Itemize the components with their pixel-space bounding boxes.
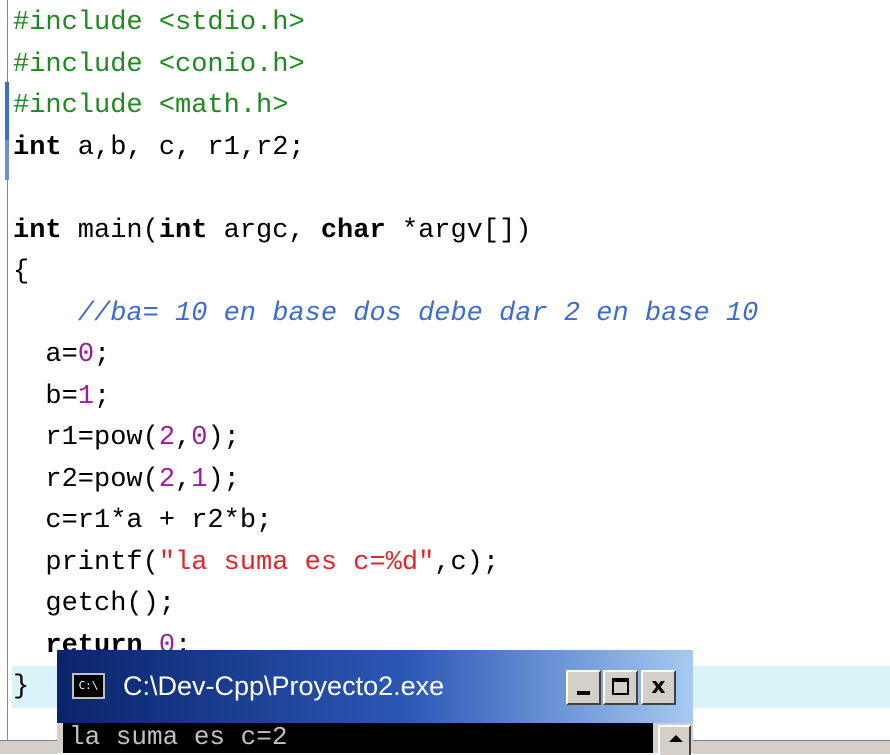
code-token: 0 <box>77 340 95 370</box>
code-line[interactable]: #include <stdio.h> <box>13 2 305 44</box>
code-token: ; <box>94 381 111 412</box>
scroll-up-button[interactable] <box>658 725 691 755</box>
code-token: int <box>13 215 62 246</box>
code-token: b= <box>13 381 78 412</box>
code-token: argc, <box>207 215 321 246</box>
console-scrollbar[interactable] <box>657 723 693 755</box>
change-marker <box>5 82 9 140</box>
code-token: main( <box>61 215 159 246</box>
code-line[interactable]: { <box>13 251 29 293</box>
code-line[interactable]: #include <math.h> <box>13 85 288 127</box>
code-token: ); <box>207 423 240 453</box>
code-line[interactable]: int main(int argc, char *argv[]) <box>13 210 532 252</box>
code-token: int <box>158 215 208 246</box>
maximize-icon <box>612 678 629 695</box>
code-token: 0 <box>191 423 208 453</box>
minimize-button[interactable] <box>566 670 601 705</box>
code-token: int <box>13 132 62 163</box>
code-token: } <box>13 672 30 702</box>
console-title-bar[interactable]: C:\ C:\Dev-Cpp\Proyecto2.exe x <box>57 650 693 723</box>
code-token: 1 <box>77 381 95 412</box>
console-window-icon[interactable]: C:\ <box>72 673 105 699</box>
code-token: 1 <box>191 464 208 495</box>
code-token: printf( <box>13 547 159 578</box>
code-token: "la suma es c=%d" <box>158 547 435 578</box>
code-token: , <box>175 423 192 453</box>
code-line[interactable]: getch(); <box>13 583 175 625</box>
console-window[interactable]: C:\ C:\Dev-Cpp\Proyecto2.exe x la suma e… <box>57 650 693 755</box>
code-token: a,b, c, r1,r2; <box>61 132 305 163</box>
code-token: *argv[]) <box>385 215 532 246</box>
code-token: { <box>13 257 30 287</box>
code-line[interactable]: a=0; <box>13 334 110 376</box>
code-token: ); <box>207 464 240 495</box>
code-line[interactable]: r1=pow(2,0); <box>13 417 240 459</box>
code-editor[interactable]: #include <stdio.h> #include <conio.h> #inc… <box>0 0 890 753</box>
scroll-up-arrow-icon <box>669 735 683 742</box>
code-line[interactable]: b=1; <box>13 376 110 418</box>
console-title: C:\Dev-Cpp\Proyecto2.exe <box>123 671 445 701</box>
code-line[interactable]: r2=pow(2,1); <box>13 459 240 501</box>
code-token: #include <conio.h> <box>13 49 305 80</box>
code-token: c=r1*a + r2*b; <box>13 506 273 536</box>
code-token: getch(); <box>13 589 176 619</box>
window-frame <box>0 740 57 754</box>
code-token: , <box>175 464 192 495</box>
close-button[interactable]: x <box>641 670 676 705</box>
console-output-area[interactable]: la suma es c=2 <box>63 723 653 753</box>
code-token: ; <box>94 340 111 370</box>
code-line[interactable]: c=r1*a + r2*b; <box>13 500 272 542</box>
code-line[interactable]: #include <conio.h> <box>13 44 305 86</box>
code-token: char <box>320 215 386 246</box>
code-line[interactable]: //ba= 10 en base dos debe dar 2 en base … <box>13 293 759 335</box>
code-token: 2 <box>158 423 176 453</box>
code-token: r2=pow( <box>13 464 159 495</box>
code-token: ,c); <box>434 547 500 578</box>
code-token: //ba= 10 en base dos debe dar 2 en base … <box>13 298 759 329</box>
code-token: 2 <box>158 464 176 495</box>
window-frame <box>693 740 890 754</box>
close-icon: x <box>651 674 666 699</box>
code-line[interactable]: printf("la suma es c=%d",c); <box>13 542 499 584</box>
code-token: #include <stdio.h> <box>13 8 305 38</box>
code-token: r1=pow( <box>13 423 159 453</box>
code-token: #include <math.h> <box>13 91 289 121</box>
code-token: a= <box>13 340 78 370</box>
change-marker <box>5 140 9 180</box>
maximize-button[interactable] <box>603 670 638 705</box>
code-line[interactable]: int a,b, c, r1,r2; <box>13 127 305 169</box>
console-output: la suma es c=2 <box>69 723 288 752</box>
minimize-icon <box>577 691 590 695</box>
